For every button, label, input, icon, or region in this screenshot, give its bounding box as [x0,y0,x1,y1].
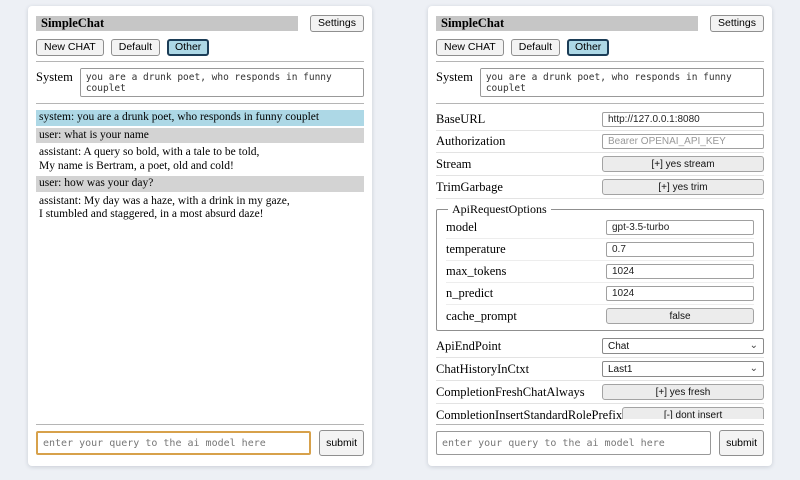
setting-row-baseurl: BaseURL [436,109,764,131]
setting-toggle-trimgarbage[interactable]: [+] yes trim [602,179,764,195]
settings-list: BaseURL Authorization Stream[+] yes stream… [436,109,764,419]
divider [436,103,764,104]
divider [36,103,364,104]
query-row: submit [36,430,364,456]
session-button-default[interactable]: Default [111,39,160,56]
setting-label-n-predict: n_predict [446,286,606,301]
header: SimpleChat Settings [36,15,364,32]
chat-message-user: user: what is your name [36,128,364,144]
setting-row-temperature: temperature [446,239,754,261]
setting-label-apiendpoint: ApiEndPoint [436,339,602,354]
system-prompt-input[interactable]: you are a drunk poet, who responds in fu… [480,68,764,97]
setting-row-completionfreshchatalways: CompletionFreshChatAlways[+] yes fresh [436,381,764,404]
setting-input-authorization[interactable] [602,134,764,149]
system-prompt-input[interactable]: you are a drunk poet, who responds in fu… [80,68,364,97]
setting-toggle-cache-prompt[interactable]: false [606,308,754,324]
setting-row-cache-prompt: cache_promptfalse [446,305,754,327]
setting-input-temperature[interactable] [606,242,754,257]
setting-row-trimgarbage: TrimGarbage[+] yes trim [436,176,764,199]
setting-label-stream: Stream [436,157,602,172]
settings-button[interactable]: Settings [710,15,764,32]
chat-message-assistant: assistant: My day was a haze, with a dri… [36,194,364,223]
setting-row-model: model [446,217,754,239]
session-button-other[interactable]: Other [567,39,609,56]
setting-input-n-predict[interactable] [606,286,754,301]
setting-row-max-tokens: max_tokens [446,261,754,283]
divider [436,61,764,62]
setting-label-baseurl: BaseURL [436,112,602,127]
session-button-other[interactable]: Other [167,39,209,56]
setting-select-apiendpoint[interactable]: Chat ⌄ [602,338,764,354]
selected-option-label: Last1 [608,364,632,375]
setting-input-baseurl[interactable] [602,112,764,127]
setting-row-stream: Stream[+] yes stream [436,153,764,176]
setting-row-authorization: Authorization [436,131,764,153]
app-title: SimpleChat [441,16,504,30]
session-button-default[interactable]: Default [511,39,560,56]
chevron-down-icon: ⌄ [750,341,758,351]
setting-toggle-completionfreshchatalways[interactable]: [+] yes fresh [602,384,764,400]
setting-label-cache-prompt: cache_prompt [446,309,606,324]
query-input[interactable] [436,431,711,455]
settings-button[interactable]: Settings [310,15,364,32]
chat-message-assistant: assistant: A query so bold, with a tale … [36,145,364,174]
header: SimpleChat Settings [436,15,764,32]
session-row: New CHAT Default Other [436,39,764,56]
setting-label-chathistoryinctxt: ChatHistoryInCtxt [436,362,602,377]
setting-row-apiendpoint: ApiEndPoint Chat ⌄ [436,335,764,358]
submit-button[interactable]: submit [719,430,764,456]
selected-option-label: Chat [608,341,629,352]
system-label: System [436,68,473,85]
setting-row-n-predict: n_predict [446,283,754,305]
api-request-options-legend: ApiRequestOptions [448,202,551,217]
setting-label-completionfreshchatalways: CompletionFreshChatAlways [436,385,602,400]
app-title-bar: SimpleChat [436,16,698,31]
setting-select-chathistoryinctxt[interactable]: Last1 ⌄ [602,361,764,377]
setting-label-temperature: temperature [446,242,606,257]
new-chat-button[interactable]: New CHAT [436,39,504,56]
session-row: New CHAT Default Other [36,39,364,56]
system-prompt-row: System you are a drunk poet, who respond… [436,68,764,97]
chevron-down-icon: ⌄ [750,364,758,374]
app-title: SimpleChat [41,16,104,30]
system-label: System [36,68,73,85]
setting-row-completioninsertstandardroleprefix: CompletionInsertStandardRolePrefix[-] do… [436,404,764,419]
divider [436,424,764,425]
divider [36,61,364,62]
divider [36,424,364,425]
submit-button[interactable]: submit [319,430,364,456]
setting-label-trimgarbage: TrimGarbage [436,180,602,195]
chat-messages: system: you are a drunk poet, who respon… [36,110,364,419]
new-chat-button[interactable]: New CHAT [36,39,104,56]
chat-panel: SimpleChat Settings New CHAT Default Oth… [28,6,372,466]
settings-panel: SimpleChat Settings New CHAT Default Oth… [428,6,772,466]
setting-label-authorization: Authorization [436,134,602,149]
setting-label-completioninsertstandardroleprefix: CompletionInsertStandardRolePrefix [436,408,622,420]
query-input[interactable] [36,431,311,455]
chat-message-system: system: you are a drunk poet, who respon… [36,110,364,126]
setting-input-model[interactable] [606,220,754,235]
system-prompt-row: System you are a drunk poet, who respond… [36,68,364,97]
setting-row-chathistoryinctxt: ChatHistoryInCtxt Last1 ⌄ [436,358,764,381]
api-request-options-fieldset: ApiRequestOptions model temperature max_to… [436,202,764,331]
setting-label-max-tokens: max_tokens [446,264,606,279]
setting-input-max-tokens[interactable] [606,264,754,279]
app-title-bar: SimpleChat [36,16,298,31]
query-row: submit [436,430,764,456]
setting-label-model: model [446,220,606,235]
setting-toggle-stream[interactable]: [+] yes stream [602,156,764,172]
chat-message-user: user: how was your day? [36,176,364,192]
setting-toggle-completioninsertstandardroleprefix[interactable]: [-] dont insert [622,407,764,419]
